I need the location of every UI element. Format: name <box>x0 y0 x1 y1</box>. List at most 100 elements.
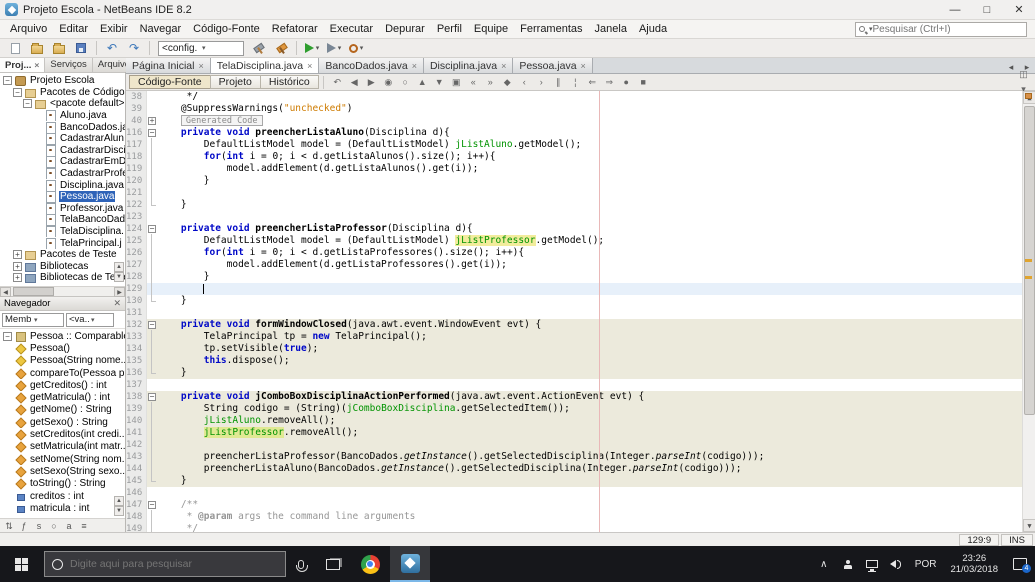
sort-by-source-icon[interactable]: ≡ <box>77 520 91 532</box>
comment-icon[interactable]: ∥ <box>550 75 567 90</box>
navigator-item-pessoa-string-nome[interactable]: Pessoa(String nome... <box>0 355 125 367</box>
line-number[interactable]: 145 <box>126 475 147 487</box>
line-number[interactable]: 120 <box>126 175 147 187</box>
view-tab-projeto[interactable]: Projeto <box>209 75 261 89</box>
menu-item-equipe[interactable]: Equipe <box>468 21 514 38</box>
line-number[interactable]: 117 <box>126 139 147 151</box>
incremental-search-icon[interactable]: ○ <box>397 75 414 90</box>
navigator-item-getnome-string[interactable]: getNome() : String <box>0 404 125 416</box>
tab-close-icon[interactable]: × <box>581 61 586 71</box>
fold-expand-icon[interactable]: + <box>148 117 156 125</box>
tab-close-icon[interactable]: × <box>501 61 506 71</box>
line-number[interactable]: 148 <box>126 511 147 523</box>
code-text[interactable]: private void formWindowClosed(java.awt.e… <box>158 319 1035 331</box>
scroll-left-icon[interactable]: ◀ <box>0 286 11 297</box>
scroll-down-icon[interactable]: ▼ <box>114 506 124 516</box>
document-tab-pessoa-java[interactable]: Pessoa.java × <box>513 58 593 73</box>
line-number[interactable]: 149 <box>126 523 147 532</box>
code-text[interactable]: Generated Code <box>158 115 1035 127</box>
tree-item-telaprincipal-j[interactable]: TelaPrincipal.j <box>0 237 125 249</box>
code-text[interactable]: */ <box>158 91 1035 103</box>
taskbar-search-input[interactable] <box>70 558 278 570</box>
tree-item-cadastraralun[interactable]: CadastrarAlun <box>0 133 125 145</box>
hidden-icons-button[interactable]: ∧ <box>812 546 836 582</box>
code-text[interactable]: preencherListaAluno(BancoDados.getInstan… <box>158 463 1035 475</box>
navigator-view-select[interactable]: Membros ▾ <box>2 312 64 327</box>
menu-item-co-digo-fonte[interactable]: Código-Fonte <box>187 21 266 38</box>
scroll-down-icon[interactable]: ▼ <box>1023 519 1035 532</box>
line-number[interactable]: 137 <box>126 379 147 391</box>
code-text[interactable] <box>158 439 1035 451</box>
action-center-button[interactable]: 4 <box>1005 546 1035 582</box>
sort-alpha-icon[interactable]: a <box>62 520 76 532</box>
volume-button[interactable] <box>884 546 908 582</box>
code-text[interactable] <box>158 211 1035 223</box>
code-text[interactable]: jListProfessor.removeAll(); <box>158 427 1035 439</box>
tree-item-bibliotecas-de-teste[interactable]: + Bibliotecas de Teste <box>0 272 125 284</box>
line-number[interactable]: 140 <box>126 415 147 427</box>
line-number[interactable]: 125 <box>126 235 147 247</box>
collapsed-fold-placeholder[interactable]: Generated Code <box>180 115 263 126</box>
previous-bookmark-icon[interactable]: « <box>465 75 482 90</box>
tree-item-teladisciplina[interactable]: TelaDisciplina. <box>0 226 125 238</box>
navigator-item-setcreditos-int-credi[interactable]: setCreditos(int credi... <box>0 428 125 440</box>
find-selection-icon[interactable]: ◉ <box>380 75 397 90</box>
navigator-item-tostring-string[interactable]: toString() : String <box>0 478 125 490</box>
line-number[interactable]: 121 <box>126 187 147 199</box>
tree-item-cadastraremdi[interactable]: CadastrarEmDi <box>0 156 125 168</box>
line-number[interactable]: 144 <box>126 463 147 475</box>
line-number[interactable]: 126 <box>126 247 147 259</box>
view-tab-histo-rico[interactable]: Histórico <box>259 75 319 89</box>
fold-collapse-icon[interactable]: − <box>148 393 156 401</box>
line-number[interactable]: 130 <box>126 295 147 307</box>
code-text[interactable]: private void preencherListaAluno(Discipl… <box>158 127 1035 139</box>
build-project-button[interactable] <box>248 40 270 57</box>
line-number[interactable]: 143 <box>126 451 147 463</box>
code-text[interactable]: private void jComboBoxDisciplinaActionPe… <box>158 391 1035 403</box>
shift-left-icon[interactable]: ⇐ <box>584 75 601 90</box>
editor-vscroll[interactable]: ▲ ▼ <box>1022 91 1035 532</box>
next-error-icon[interactable]: › <box>533 75 550 90</box>
menu-item-refatorar[interactable]: Refatorar <box>266 21 324 38</box>
show-fields-icon[interactable]: ƒ <box>17 520 31 532</box>
code-text[interactable]: String codigo = (String)(jComboBoxDiscip… <box>158 403 1035 415</box>
navigator-item-compareto-pessoa-p[interactable]: compareTo(Pessoa p... <box>0 367 125 379</box>
code-text[interactable] <box>158 283 1035 295</box>
scroll-down-icon[interactable]: ▼ <box>114 272 124 282</box>
code-text[interactable]: model.addElement(d.getListaProfessores()… <box>158 259 1035 271</box>
start-button[interactable] <box>0 546 42 582</box>
new-project-button[interactable] <box>26 40 48 57</box>
navigator-close-icon[interactable]: ✕ <box>113 298 121 309</box>
tab-close-icon[interactable]: × <box>412 61 417 71</box>
tree-toggle-icon[interactable]: − <box>3 76 12 86</box>
fold-collapse-icon[interactable]: − <box>148 321 156 329</box>
netbeans-taskbar-button[interactable] <box>390 546 430 582</box>
taskbar-search-box[interactable] <box>44 551 286 577</box>
menu-item-arquivo[interactable]: Arquivo <box>4 21 53 38</box>
open-project-button[interactable] <box>48 40 70 57</box>
tree-toggle-icon[interactable]: − <box>13 87 22 97</box>
document-tab-pa-gina-inicial[interactable]: Página Inicial × <box>126 58 211 73</box>
line-number[interactable]: 147 <box>126 499 147 511</box>
tree-item-pacotes-de-teste[interactable]: + Pacotes de Teste <box>0 249 125 261</box>
document-tab-bancodados-java[interactable]: BancoDados.java × <box>319 58 424 73</box>
menu-item-janela[interactable]: Janela <box>589 21 633 38</box>
code-text[interactable]: preencherListaProfessor(BancoDados.getIn… <box>158 451 1035 463</box>
line-number[interactable]: 135 <box>126 355 147 367</box>
hscroll-track[interactable] <box>11 287 114 296</box>
tree-toggle-icon[interactable]: + <box>13 261 22 271</box>
navigator-item-creditos-int[interactable]: creditos : int <box>0 490 125 502</box>
tree-item-telabancodad[interactable]: TelaBancoDad <box>0 214 125 226</box>
show-non-public-icon[interactable]: ○ <box>47 520 61 532</box>
task-view-button[interactable] <box>316 546 350 582</box>
code-text[interactable]: private void preencherListaProfessor(Dis… <box>158 223 1035 235</box>
new-file-button[interactable] <box>4 40 26 57</box>
line-number[interactable]: 118 <box>126 151 147 163</box>
code-text[interactable]: this.dispose(); <box>158 355 1035 367</box>
line-number[interactable]: 146 <box>126 487 147 499</box>
code-text[interactable]: * @param args the command line arguments <box>158 511 1035 523</box>
code-text[interactable]: /** <box>158 499 1035 511</box>
ide-search-input[interactable] <box>872 23 1023 35</box>
menu-item-ajuda[interactable]: Ajuda <box>633 21 673 38</box>
code-text[interactable]: } <box>158 295 1035 307</box>
